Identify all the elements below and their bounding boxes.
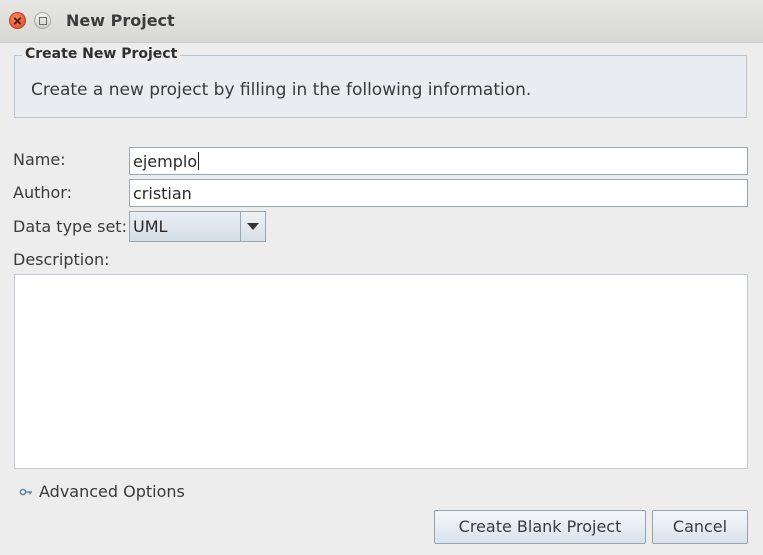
datatype-label: Data type set: xyxy=(13,217,127,236)
create-blank-project-button[interactable]: Create Blank Project xyxy=(434,510,646,544)
group-title: Create New Project xyxy=(22,46,181,62)
new-project-dialog: New Project Create New Project Create a … xyxy=(0,0,763,555)
description-textarea[interactable] xyxy=(14,274,748,469)
window-title: New Project xyxy=(66,11,175,30)
author-value: cristian xyxy=(133,184,192,203)
title-bar: New Project xyxy=(0,0,763,43)
maximize-icon[interactable] xyxy=(34,12,51,29)
author-label: Author: xyxy=(13,183,72,202)
text-caret xyxy=(198,152,200,170)
close-icon[interactable] xyxy=(9,12,26,29)
datatype-value: UML xyxy=(133,217,168,236)
description-label: Description: xyxy=(13,250,110,269)
datatype-dropdown-button[interactable] xyxy=(240,212,265,241)
name-label: Name: xyxy=(13,150,66,169)
name-input[interactable]: ejemplo xyxy=(129,147,748,175)
author-input[interactable]: cristian xyxy=(129,179,748,207)
key-icon[interactable] xyxy=(19,487,33,497)
datatype-select[interactable]: UML xyxy=(129,211,266,242)
cancel-button[interactable]: Cancel xyxy=(652,510,748,544)
header-description: Create a new project by filling in the f… xyxy=(31,80,532,100)
advanced-options-toggle[interactable]: Advanced Options xyxy=(39,482,185,501)
name-value: ejemplo xyxy=(133,152,198,171)
chevron-down-icon xyxy=(247,223,259,230)
